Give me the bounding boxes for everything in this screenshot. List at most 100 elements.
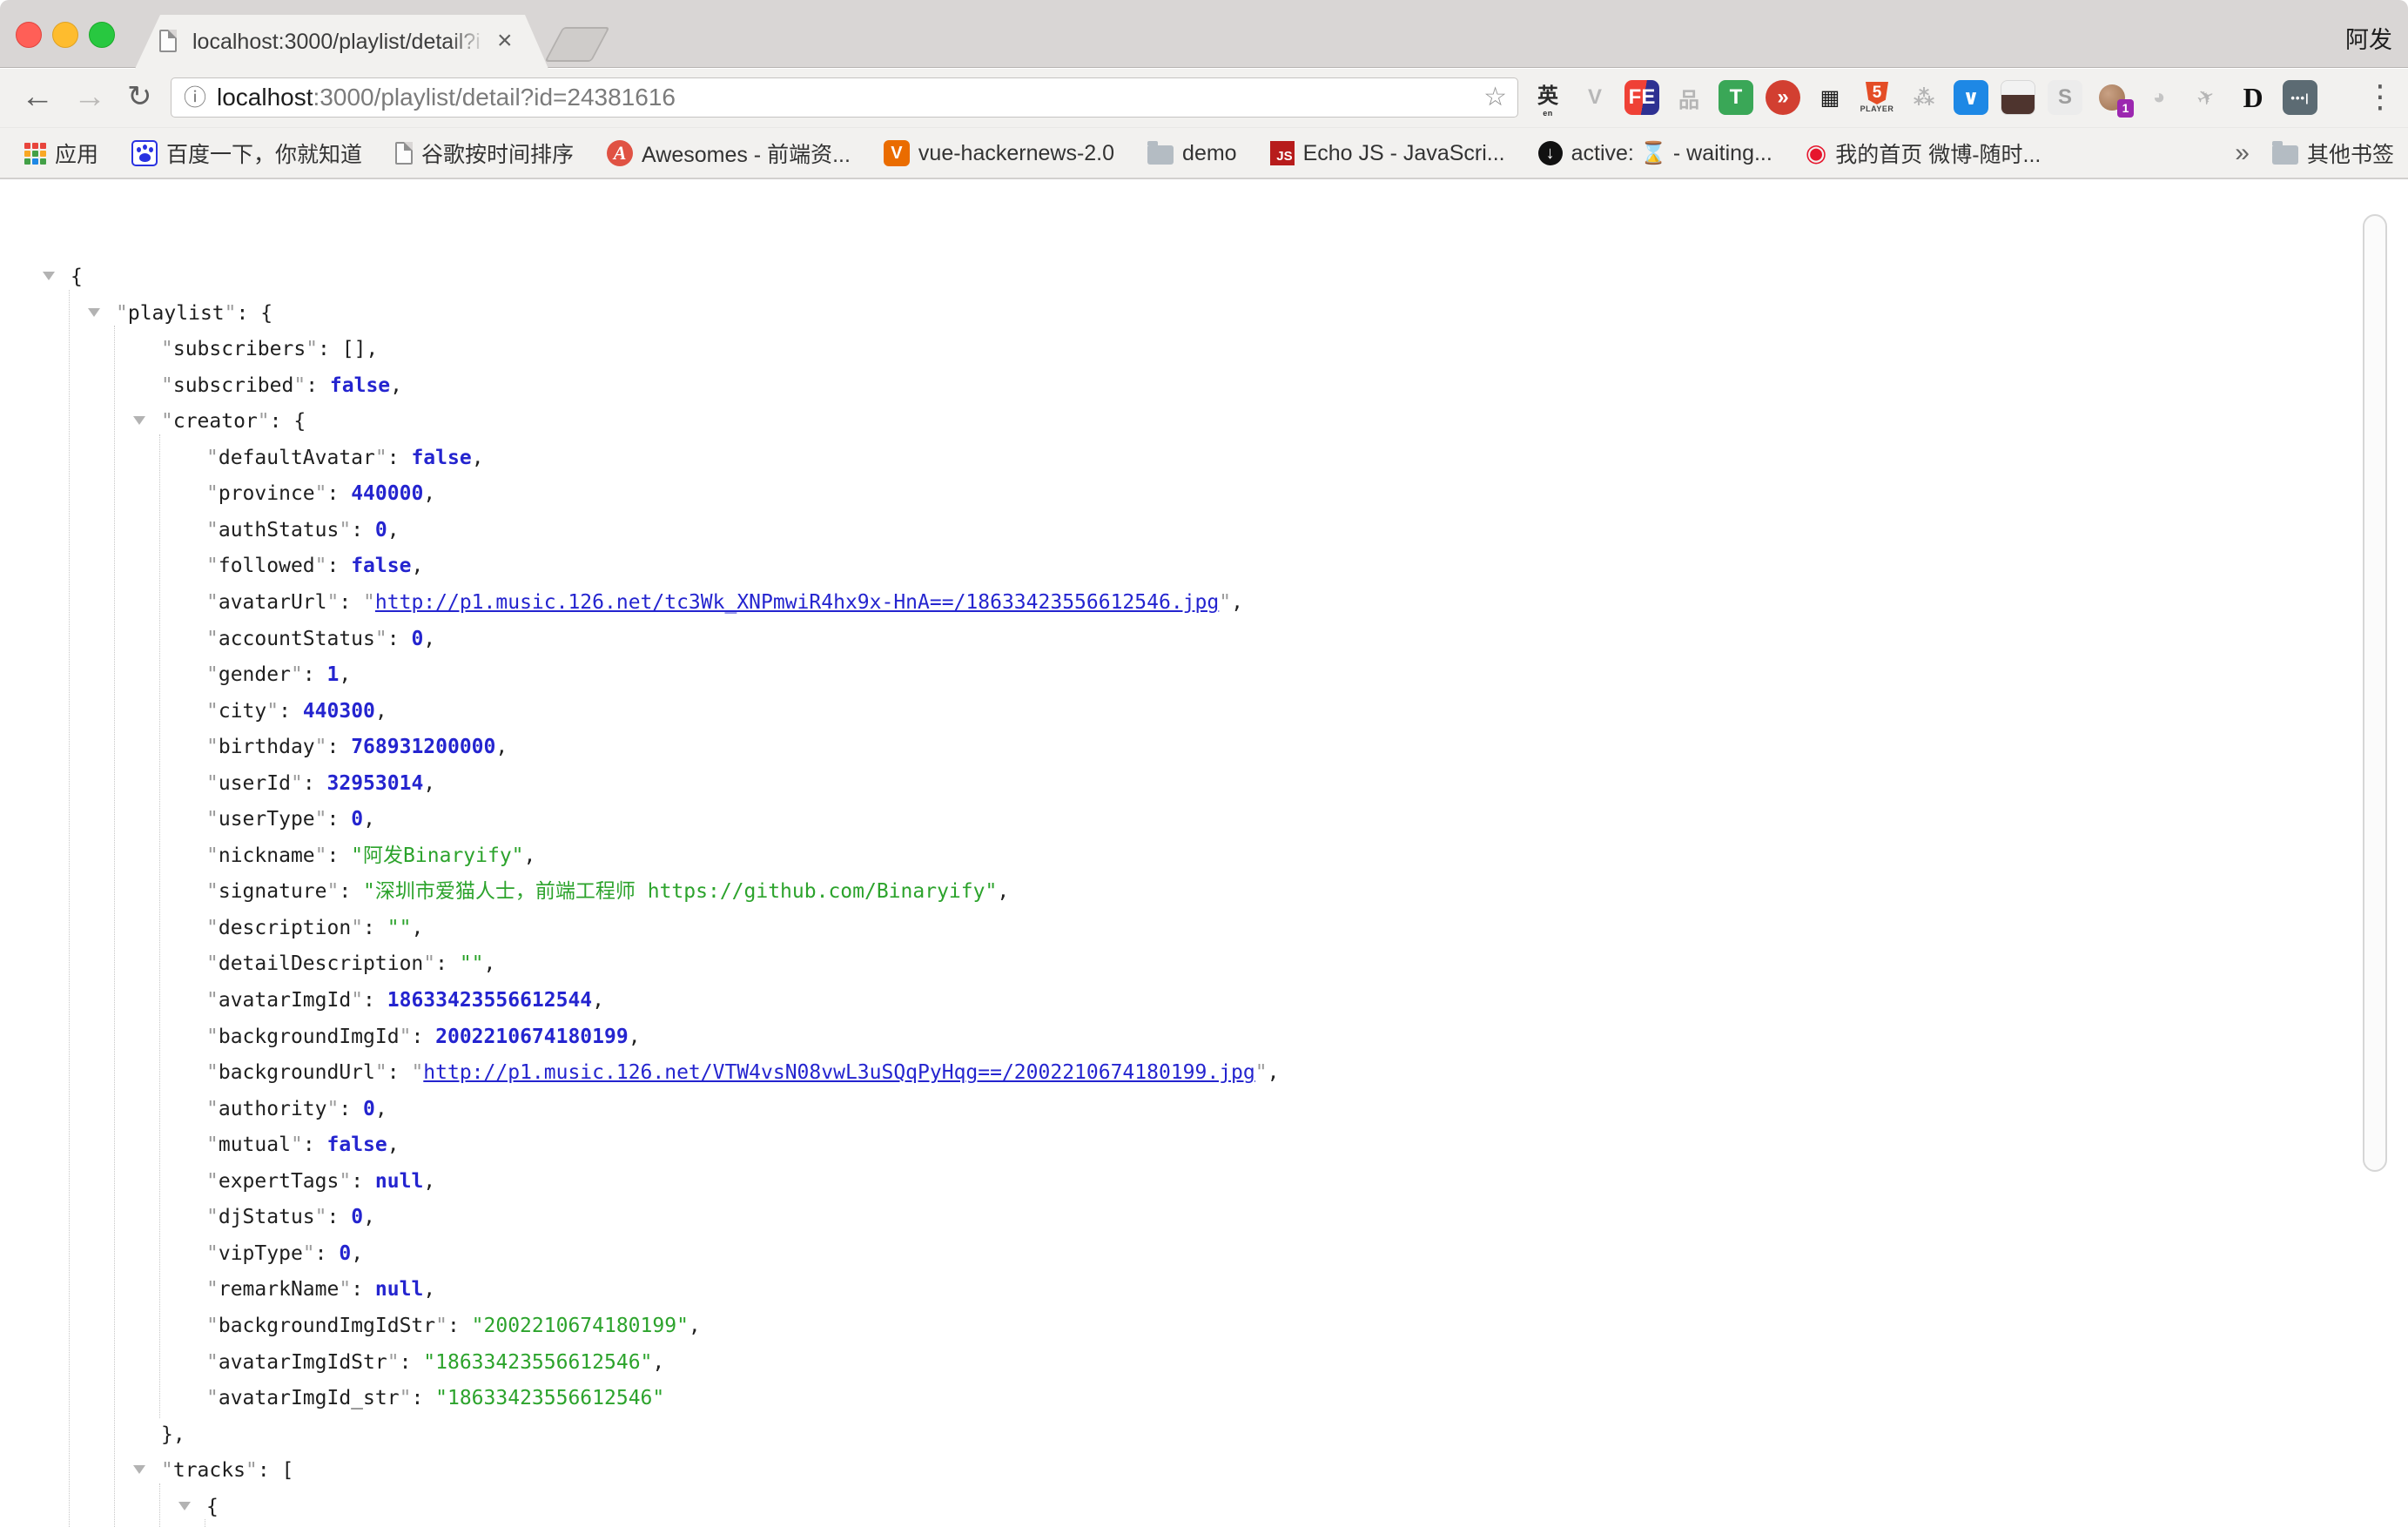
json-punctuation: ,: [375, 1098, 387, 1120]
json-number: 32953014: [327, 772, 424, 795]
password-dots-icon[interactable]: •••|: [2283, 80, 2317, 115]
json-string: "18633423556612546": [435, 1387, 664, 1409]
back-icon[interactable]: ←: [21, 69, 54, 127]
folder-icon: [1147, 145, 1174, 165]
window-close-button[interactable]: [16, 22, 42, 48]
fe-icon[interactable]: FE: [1624, 80, 1659, 115]
sitemap-icon[interactable]: 品: [1671, 80, 1706, 115]
json-line: "backgroundImgIdStr": "2002210674180199"…: [0, 1308, 701, 1344]
json-line: {: [0, 259, 83, 295]
tab-title-fade: [449, 15, 493, 69]
qrcode-icon[interactable]: ▦: [1813, 80, 1847, 115]
down-circle-icon: ↓: [1538, 141, 1563, 165]
window-zoom-button[interactable]: [89, 22, 115, 48]
scrollbar-thumb[interactable]: [2363, 214, 2387, 1172]
browser-tab[interactable]: localhost:3000/playlist/detail?i ×: [135, 15, 548, 69]
page-info-icon[interactable]: ⓘ: [184, 78, 206, 117]
bookmarks-right: » 其他书签: [2235, 128, 2394, 178]
json-punctuation: : [: [258, 1459, 294, 1482]
json-key: authority: [219, 1098, 327, 1120]
bookmark-apps[interactable]: 应用: [24, 138, 98, 169]
json-link[interactable]: http://p1.music.126.net/tc3Wk_XNPmwiR4hx…: [375, 591, 1219, 614]
json-line: "vipType": 0,: [0, 1235, 363, 1272]
html5-player-glyph: 5: [1866, 82, 1888, 104]
reload-icon[interactable]: ↻: [127, 69, 152, 127]
json-punctuation: :: [411, 1387, 435, 1409]
dark-reader-icon[interactable]: D: [2236, 80, 2270, 115]
bookmark-demo[interactable]: demo: [1147, 141, 1237, 166]
json-punctuation: ,: [652, 1351, 664, 1374]
profile-name[interactable]: 阿发: [2345, 21, 2392, 55]
bookmark-label: 我的首页 微博-随时...: [1835, 138, 2041, 169]
json-number: 0: [351, 808, 363, 831]
vue-devtools-glyph: V: [1588, 85, 1602, 110]
json-punctuation: ,: [423, 1278, 435, 1301]
json-key: subscribers: [173, 338, 306, 360]
json-key: avatarUrl: [219, 591, 327, 614]
json-punctuation: {: [206, 1496, 219, 1518]
url-text[interactable]: localhost:3000/playlist/detail?id=243816…: [217, 78, 676, 117]
hummingbird-icon[interactable]: ✈: [2189, 80, 2223, 115]
html5-player-icon[interactable]: 5PLAYER: [1860, 80, 1894, 115]
json-punctuation: ,: [592, 989, 604, 1012]
json-line: "backgroundImgId": 2002210674180199,: [0, 1019, 641, 1055]
json-punctuation: ,: [997, 880, 1009, 903]
sourcegraph-icon[interactable]: S: [2048, 80, 2082, 115]
json-quote: ": [411, 1061, 423, 1084]
weibo-eye-icon: ◉: [1806, 141, 1826, 165]
json-punctuation: :: [411, 1026, 435, 1048]
icon-sub-label: PLAYER: [1860, 104, 1894, 113]
bookmark-label: active: ⌛ - waiting...: [1571, 141, 1772, 166]
json-key: expertTags: [219, 1170, 339, 1193]
sitemap-glyph: 品: [1678, 83, 1699, 113]
bookmark-star-icon[interactable]: ☆: [1483, 78, 1507, 117]
weibo-gray-icon[interactable]: ◕: [2142, 80, 2176, 115]
vysor-icon[interactable]: ∨: [1954, 80, 1988, 115]
bookmark-baidu[interactable]: 百度一下，你就知道: [131, 138, 362, 169]
bookmark-echojs[interactable]: JSEcho JS - JavaScri...: [1270, 141, 1505, 166]
json-punctuation: :: [351, 1170, 375, 1193]
json-line: "detailDescription": "",: [0, 945, 495, 982]
doc-icon: [395, 142, 413, 165]
json-line: "province": 440000,: [0, 475, 435, 512]
json-key: authStatus: [219, 519, 339, 542]
browser-menu-icon[interactable]: ⋮: [2364, 69, 2396, 127]
json-link[interactable]: http://p1.music.126.net/VTW4vsN08vwL3uSQ…: [423, 1061, 1254, 1084]
video-speed-glyph: »: [1777, 85, 1788, 110]
json-punctuation: :: [303, 663, 327, 686]
json-key: city: [219, 700, 266, 723]
new-tab-button[interactable]: [544, 27, 609, 62]
window-minimize-button[interactable]: [52, 22, 78, 48]
bookmark-active-waiting[interactable]: ↓ active: ⌛ - waiting...: [1538, 141, 1772, 166]
json-punctuation: ,: [351, 1242, 363, 1265]
json-punctuation: ,: [524, 844, 536, 867]
json-key: creator: [173, 410, 258, 433]
monkey-icon[interactable]: 1: [2095, 80, 2129, 115]
json-number: 440300: [303, 700, 375, 723]
toolbar: ← → ↻ ⓘ localhost:3000/playlist/detail?i…: [0, 69, 2408, 127]
json-line: "creator": {: [0, 403, 306, 440]
paw-icon[interactable]: ⁂: [1907, 80, 1941, 115]
tab-close-icon[interactable]: ×: [497, 15, 513, 69]
json-key: remarkName: [219, 1278, 339, 1301]
tampermonkey-icon[interactable]: T: [1719, 80, 1753, 115]
other-bookmarks-button[interactable]: 其他书签: [2272, 138, 2394, 169]
bookmark-weibo-home[interactable]: ◉ 我的首页 微博-随时...: [1806, 138, 2041, 169]
vue-devtools-icon[interactable]: V: [1577, 80, 1612, 115]
bookmark-vue-hackernews[interactable]: Vvue-hackernews-2.0: [884, 140, 1114, 166]
bookmarks-overflow-icon[interactable]: »: [2235, 138, 2250, 168]
json-line: "avatarImgIdStr": "18633423556612546",: [0, 1344, 664, 1381]
translate-icon[interactable]: 英en: [1530, 80, 1565, 115]
mask-icon[interactable]: [2001, 80, 2035, 115]
json-key: signature: [219, 880, 327, 903]
bookmark-awesomes[interactable]: AAwesomes - 前端资...: [607, 138, 851, 169]
bookmark-google-sorted[interactable]: 谷歌按时间排序: [395, 138, 574, 169]
json-key: description: [219, 917, 351, 939]
video-speed-icon[interactable]: »: [1766, 80, 1800, 115]
bookmark-label: vue-hackernews-2.0: [918, 141, 1114, 166]
json-punctuation: ,: [1231, 591, 1243, 614]
json-line: "accountStatus": 0,: [0, 621, 435, 657]
json-punctuation: :: [400, 1351, 424, 1374]
address-bar[interactable]: ⓘ localhost:3000/playlist/detail?id=2438…: [171, 77, 1518, 118]
json-punctuation: :: [363, 989, 387, 1012]
